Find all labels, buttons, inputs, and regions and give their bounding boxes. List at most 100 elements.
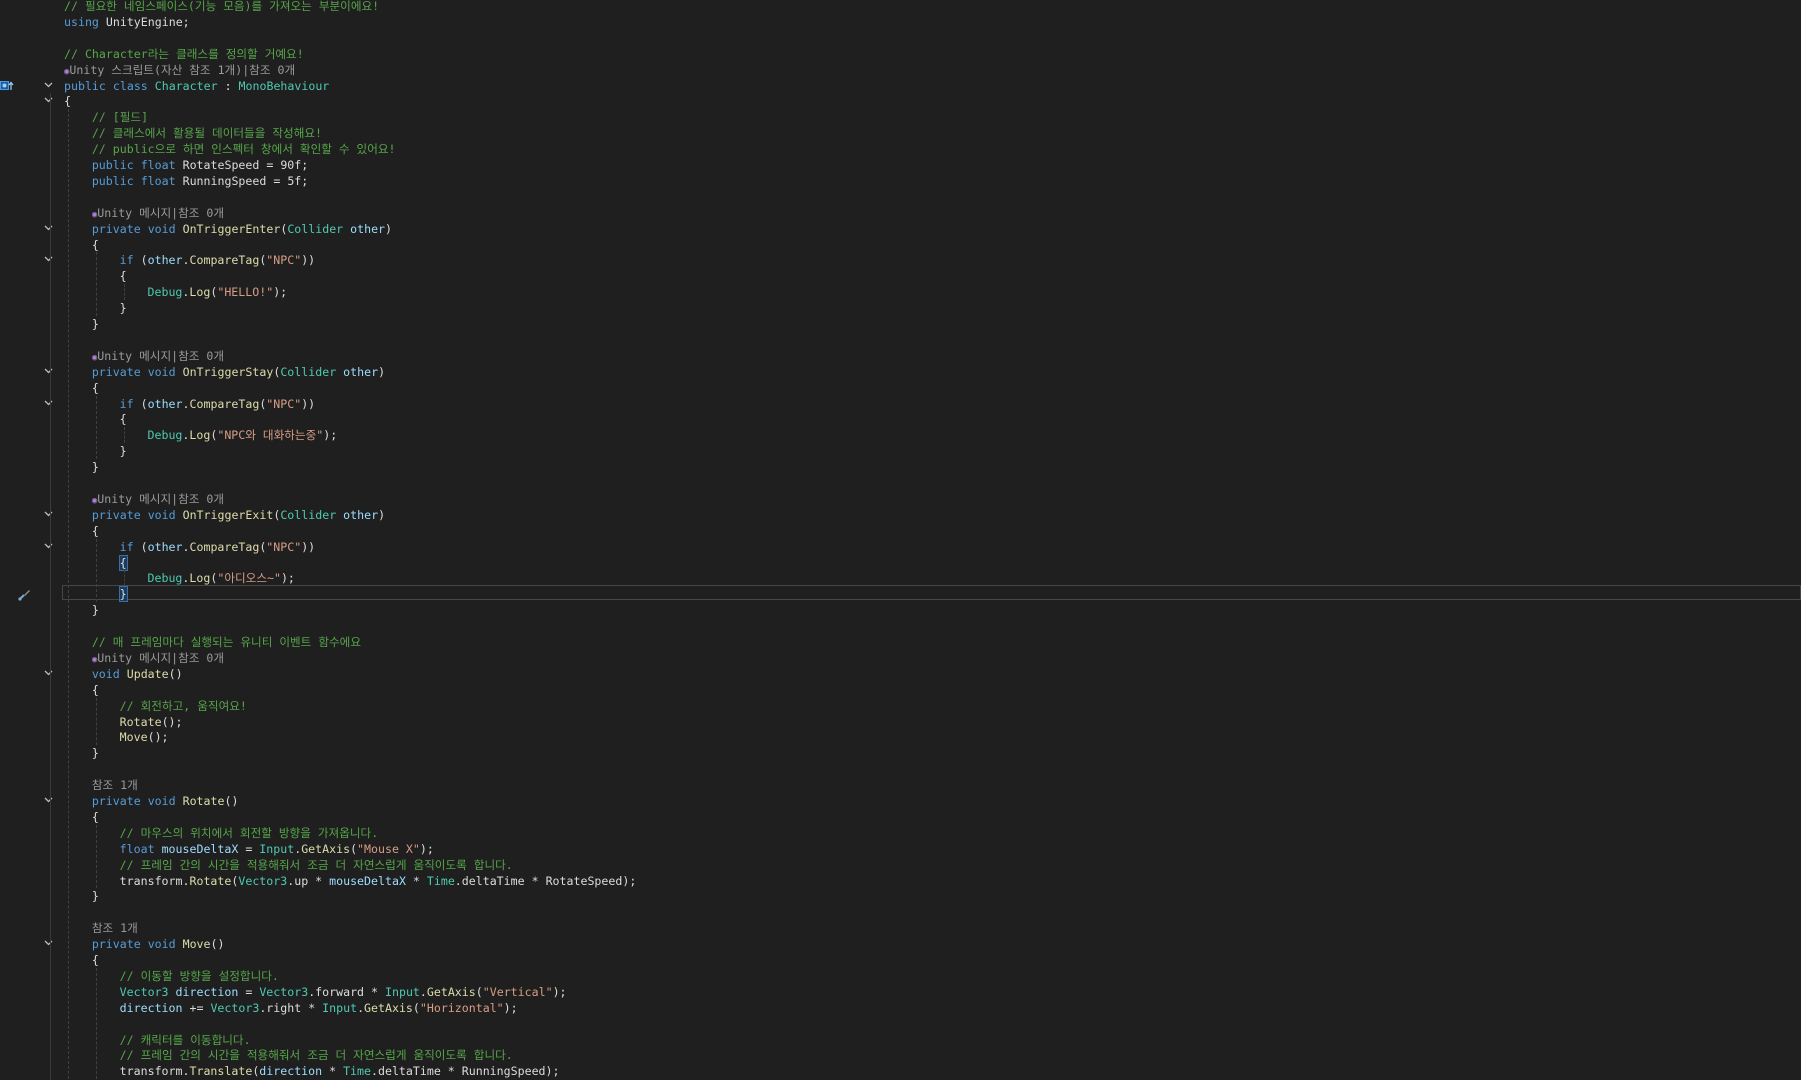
- code-text: }: [91, 889, 99, 904]
- code-line[interactable]: {: [0, 93, 1801, 109]
- code-line[interactable]: }: [0, 602, 1801, 618]
- code-text: {: [91, 809, 99, 824]
- code-line[interactable]: // 캐릭터를 이동합니다.: [0, 1032, 1801, 1048]
- code-text: }: [119, 301, 127, 316]
- code-line[interactable]: // Character라는 클래스를 정의할 거예요!: [0, 46, 1801, 62]
- code-line[interactable]: }: [0, 443, 1801, 459]
- code-line[interactable]: 참조 1개: [0, 920, 1801, 936]
- code-line[interactable]: transform.Rotate(Vector3.up * mouseDelta…: [0, 873, 1801, 889]
- code-line[interactable]: ◉Unity 메시지|참조 0개: [0, 491, 1801, 507]
- code-line[interactable]: {: [0, 523, 1801, 539]
- code-text: private void Rotate(): [91, 794, 239, 808]
- code-line[interactable]: // 이동할 방향을 설정합니다.: [0, 968, 1801, 984]
- code-line[interactable]: // [필드]: [0, 109, 1801, 125]
- code-line[interactable]: private void OnTriggerExit(Collider othe…: [0, 507, 1801, 523]
- code-line[interactable]: transform.Translate(direction * Time.del…: [0, 1063, 1801, 1079]
- code-line[interactable]: ◉Unity 메시지|참조 0개: [0, 205, 1801, 221]
- code-line[interactable]: [0, 618, 1801, 634]
- code-text: {: [119, 269, 127, 284]
- code-text: {: [118, 554, 128, 571]
- code-line[interactable]: }: [0, 586, 1801, 603]
- code-text: // 캐릭터를 이동합니다.: [119, 1032, 251, 1047]
- code-text: Vector3 direction = Vector3.forward * In…: [119, 984, 567, 999]
- code-line[interactable]: Move();: [0, 729, 1801, 745]
- code-line[interactable]: using UnityEngine;: [0, 14, 1801, 30]
- code-line[interactable]: }: [0, 459, 1801, 475]
- code-text: if (other.CompareTag("NPC")): [119, 396, 316, 411]
- code-line[interactable]: {: [0, 268, 1801, 284]
- indent-guide: [96, 967, 97, 1080]
- code-line[interactable]: if (other.CompareTag("NPC")): [0, 252, 1801, 268]
- code-line[interactable]: public float RunningSpeed = 5f;: [0, 173, 1801, 189]
- codelens-reference-count[interactable]: 참조 1개: [92, 777, 138, 793]
- code-line[interactable]: // 매 프레임마다 실행되는 유니티 이벤트 함수에요: [0, 634, 1801, 650]
- code-line[interactable]: ◉Unity 메시지|참조 0개: [0, 650, 1801, 666]
- code-area[interactable]: // 필요한 네임스페이스(기능 모음)를 가져오는 부분이에요! using U…: [0, 0, 1801, 1080]
- code-line[interactable]: if (other.CompareTag("NPC")): [0, 539, 1801, 555]
- code-line[interactable]: ◉Unity 스크립트(자산 참조 1개)|참조 0개: [0, 62, 1801, 78]
- code-text: }: [91, 746, 99, 761]
- code-line[interactable]: // 프레임 간의 시간을 적용해줘서 조금 더 자연스럽게 움직이도록 합니다…: [0, 857, 1801, 873]
- code-line[interactable]: {: [0, 952, 1801, 968]
- fold-region-line: [50, 93, 51, 1080]
- code-text: {: [64, 94, 71, 109]
- code-text: {: [91, 523, 99, 538]
- code-line[interactable]: {: [0, 380, 1801, 396]
- code-text: transform.Rotate(Vector3.up * mouseDelta…: [119, 873, 637, 888]
- code-line[interactable]: [0, 1016, 1801, 1032]
- code-line[interactable]: void Update(): [0, 666, 1801, 682]
- code-line[interactable]: private void OnTriggerEnter(Collider oth…: [0, 221, 1801, 237]
- code-text: // 필요한 네임스페이스(기능 모음)를 가져오는 부분이에요!: [64, 0, 380, 13]
- code-editor[interactable]: // 필요한 네임스페이스(기능 모음)를 가져오는 부분이에요! using U…: [0, 0, 1801, 1080]
- code-line[interactable]: public float RotateSpeed = 90f;: [0, 157, 1801, 173]
- code-line[interactable]: }: [0, 300, 1801, 316]
- code-line[interactable]: {: [0, 682, 1801, 698]
- code-line[interactable]: [0, 761, 1801, 777]
- code-text: // public으로 하면 인스펙터 창에서 확인할 수 있어요!: [91, 142, 396, 157]
- indent-guide: [96, 824, 97, 889]
- code-text: {: [91, 237, 99, 252]
- codelens-reference-count[interactable]: 참조 1개: [92, 920, 138, 936]
- code-line[interactable]: Rotate();: [0, 714, 1801, 730]
- code-line[interactable]: }: [0, 745, 1801, 761]
- code-line[interactable]: public class Character : MonoBehaviour: [0, 78, 1801, 94]
- code-line[interactable]: [0, 475, 1801, 491]
- code-line[interactable]: }: [0, 316, 1801, 332]
- code-line[interactable]: Debug.Log("NPC와 대화하는중");: [0, 427, 1801, 443]
- code-line[interactable]: {: [0, 554, 1801, 571]
- code-text: {: [91, 682, 99, 697]
- code-line[interactable]: }: [0, 888, 1801, 904]
- code-text: private void OnTriggerEnter(Collider oth…: [91, 221, 393, 236]
- code-text: // 프레임 간의 시간을 적용해줘서 조금 더 자연스럽게 움직이도록 합니다…: [119, 857, 513, 872]
- code-line[interactable]: Debug.Log("HELLO!");: [0, 284, 1801, 300]
- fold-chevron-down-icon[interactable]: [44, 82, 53, 90]
- code-line[interactable]: [0, 189, 1801, 205]
- code-line[interactable]: if (other.CompareTag("NPC")): [0, 396, 1801, 412]
- code-line[interactable]: // 마우스의 위치에서 회전할 방향을 가져옵니다.: [0, 825, 1801, 841]
- code-line[interactable]: // 회전하고, 움직여요!: [0, 698, 1801, 714]
- code-line[interactable]: private void Move(): [0, 936, 1801, 952]
- code-line[interactable]: private void Rotate(): [0, 793, 1801, 809]
- code-line[interactable]: // 필요한 네임스페이스(기능 모음)를 가져오는 부분이에요!: [0, 0, 1801, 14]
- code-line[interactable]: // 프레임 간의 시간을 적용해줘서 조금 더 자연스럽게 움직이도록 합니다…: [0, 1047, 1801, 1063]
- code-line[interactable]: ◉Unity 메시지|참조 0개: [0, 348, 1801, 364]
- code-text: if (other.CompareTag("NPC")): [119, 539, 316, 554]
- code-line[interactable]: float mouseDeltaX = Input.GetAxis("Mouse…: [0, 841, 1801, 857]
- code-text: {: [119, 412, 127, 427]
- code-line[interactable]: private void OnTriggerStay(Collider othe…: [0, 364, 1801, 380]
- code-line[interactable]: // public으로 하면 인스펙터 창에서 확인할 수 있어요!: [0, 141, 1801, 157]
- code-line[interactable]: [0, 332, 1801, 348]
- code-text: }: [91, 317, 99, 331]
- code-line[interactable]: [0, 904, 1801, 920]
- code-line[interactable]: {: [0, 411, 1801, 427]
- indent-guide: [96, 395, 97, 460]
- code-line[interactable]: Debug.Log("아디오스~");: [0, 570, 1801, 586]
- code-line[interactable]: 참조 1개: [0, 777, 1801, 793]
- code-line[interactable]: direction += Vector3.right * Input.GetAx…: [0, 1000, 1801, 1016]
- code-line[interactable]: Vector3 direction = Vector3.forward * In…: [0, 984, 1801, 1000]
- code-line[interactable]: {: [0, 809, 1801, 825]
- code-line[interactable]: {: [0, 237, 1801, 253]
- indent-guide: [124, 570, 125, 587]
- code-line[interactable]: [0, 30, 1801, 46]
- code-line[interactable]: // 클래스에서 활용될 데이터들을 작성해요!: [0, 125, 1801, 141]
